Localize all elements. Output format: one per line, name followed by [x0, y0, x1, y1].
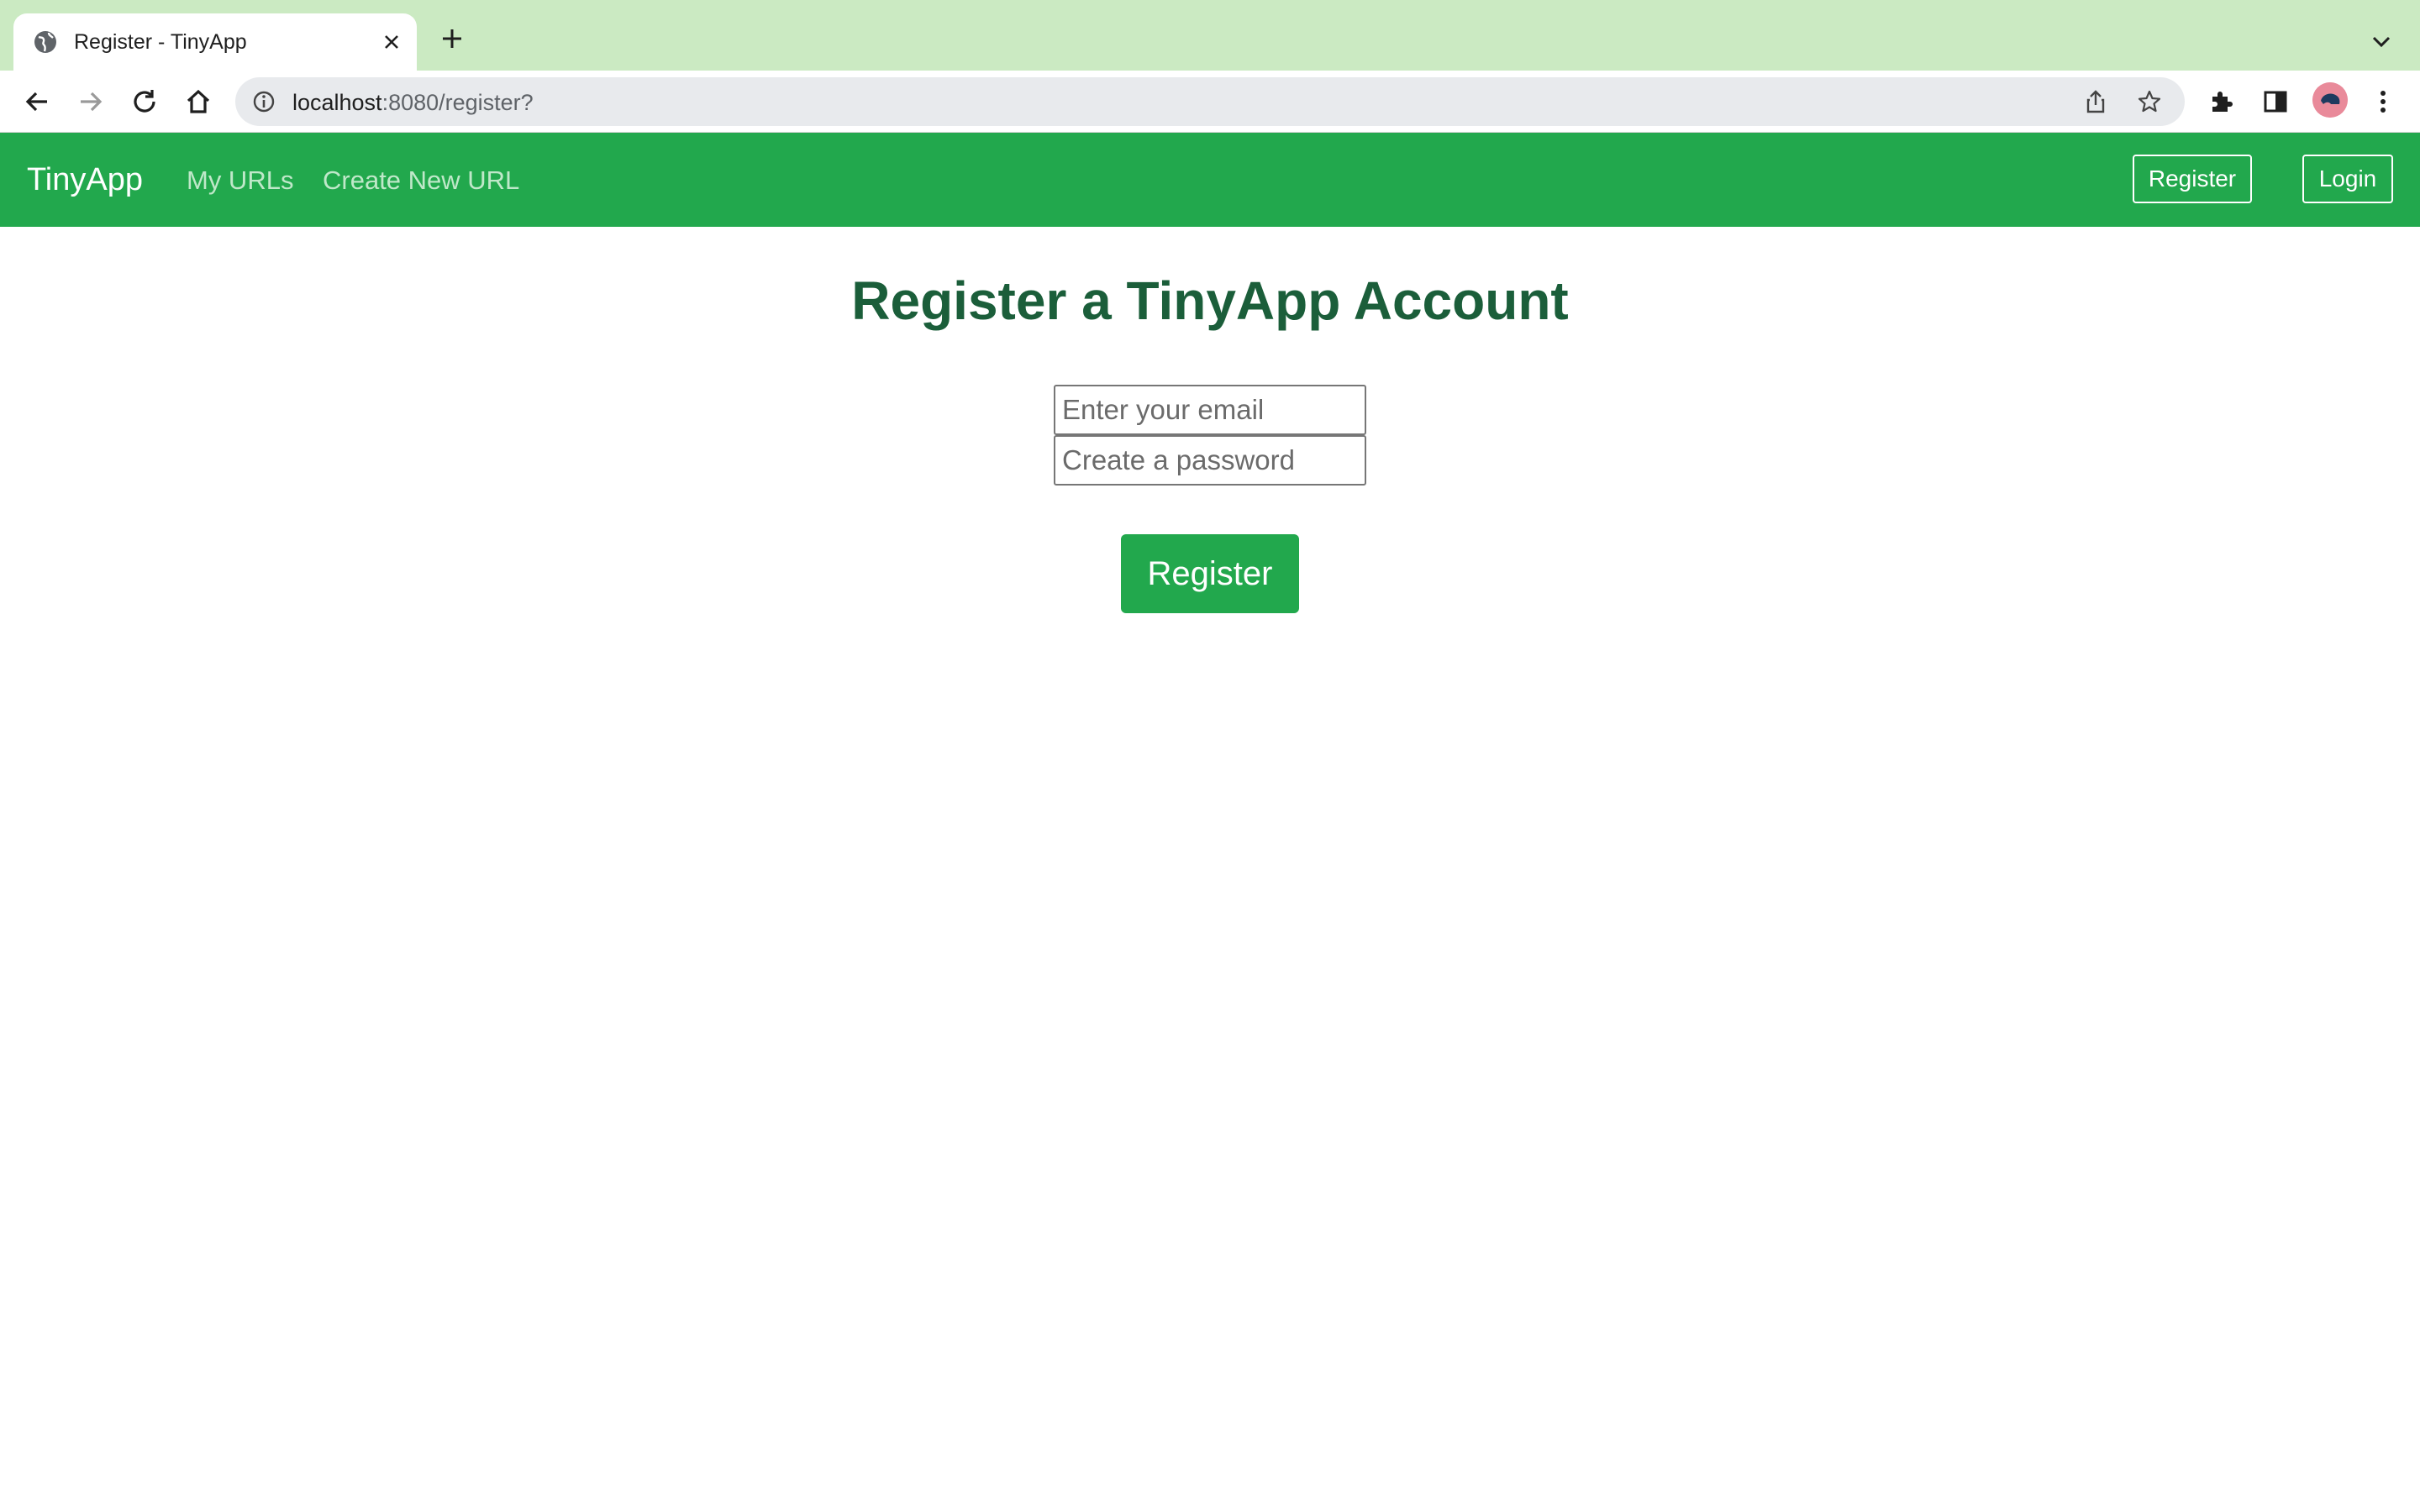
kebab-menu-icon[interactable]	[2366, 85, 2400, 118]
reload-icon[interactable]	[128, 85, 161, 118]
extensions-puzzle-icon[interactable]	[2205, 85, 2238, 118]
bookmark-star-icon[interactable]	[2136, 88, 2163, 115]
browser-tabstrip: Register - TinyApp	[0, 0, 2420, 71]
side-panel-icon[interactable]	[2259, 85, 2292, 118]
profile-avatar[interactable]	[2312, 82, 2348, 118]
url-text[interactable]: localhost:8080/register?	[292, 89, 534, 116]
url-path: :8080/register?	[381, 90, 534, 115]
email-field[interactable]	[1054, 385, 1366, 435]
new-tab-plus-icon[interactable]	[439, 25, 466, 52]
info-icon[interactable]	[250, 88, 277, 115]
password-field[interactable]	[1054, 435, 1366, 486]
nav-login-button[interactable]: Login	[2302, 155, 2393, 203]
browser-tab[interactable]: Register - TinyApp	[13, 13, 417, 71]
forward-arrow-icon[interactable]	[74, 85, 108, 118]
app-navbar: TinyApp My URLs Create New URL Register …	[0, 133, 2420, 227]
nav-link-my-urls[interactable]: My URLs	[187, 165, 293, 197]
home-icon[interactable]	[182, 85, 215, 118]
tab-title: Register - TinyApp	[74, 30, 247, 54]
nav-register-button[interactable]: Register	[2133, 155, 2252, 203]
globe-icon	[34, 31, 56, 53]
close-icon[interactable]	[378, 29, 405, 55]
nav-link-create-new-url[interactable]: Create New URL	[323, 165, 519, 197]
page-title: Register a TinyApp Account	[851, 270, 1569, 331]
register-submit-button[interactable]: Register	[1121, 534, 1299, 613]
share-icon[interactable]	[2082, 88, 2109, 115]
browser-toolbar: localhost:8080/register?	[0, 71, 2420, 133]
chevron-down-icon[interactable]	[2368, 29, 2395, 55]
brand-logo-link[interactable]: TinyApp	[27, 160, 143, 200]
back-arrow-icon[interactable]	[20, 85, 54, 118]
avatar-icon	[2312, 82, 2348, 118]
url-host: localhost	[292, 90, 382, 115]
address-bar[interactable]: localhost:8080/register?	[235, 77, 2185, 126]
